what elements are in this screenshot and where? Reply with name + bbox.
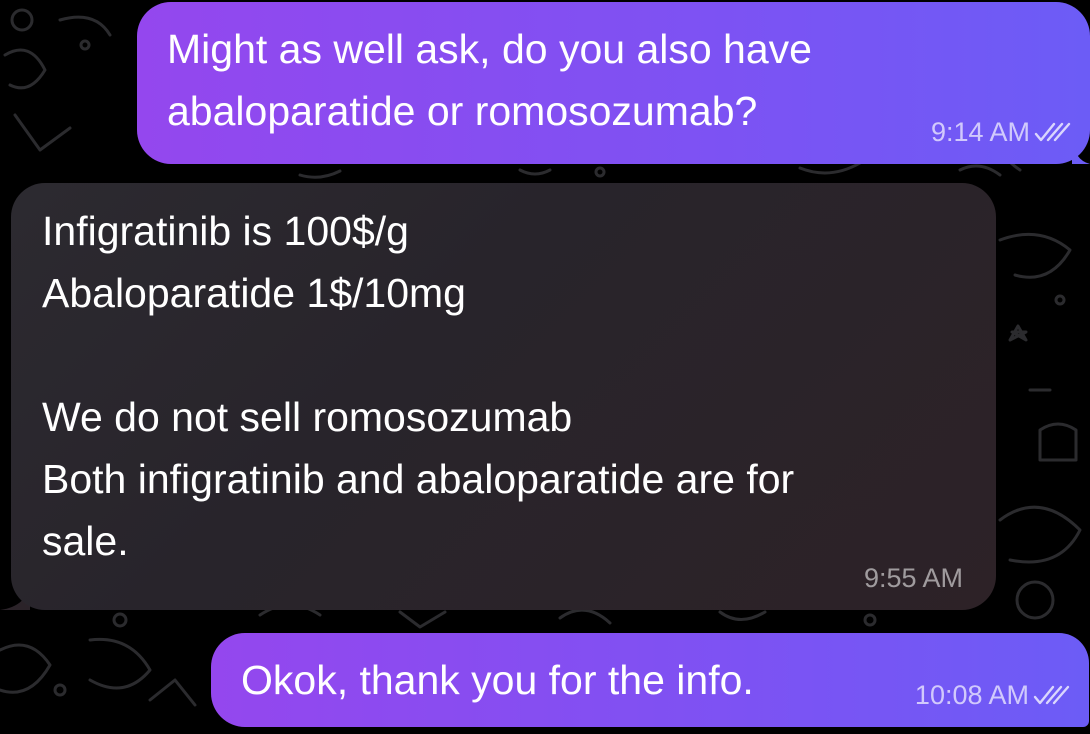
message-meta: 9:55 AM xyxy=(864,563,963,593)
message-text-line: Might as well ask, do you also have xyxy=(167,26,812,72)
message-time: 10:08 AM xyxy=(914,680,1029,710)
read-double-check-icon xyxy=(1034,122,1071,142)
read-double-check-icon xyxy=(1033,685,1070,705)
message-text-line: Both infigratinib and abaloparatide are … xyxy=(42,456,795,502)
message-text-line: Infigratinib is 100$/g xyxy=(42,208,409,254)
message-bubble-outgoing[interactable]: Okok, thank you for the info. 10:08 AM xyxy=(211,633,1089,727)
message-meta: 9:14 AM xyxy=(931,117,1072,147)
message-bubble-outgoing[interactable]: Might as well ask, do you also have abal… xyxy=(137,2,1090,164)
message-text-line: Abaloparatide 1$/10mg xyxy=(42,270,466,316)
message-meta: 10:08 AM xyxy=(915,680,1071,710)
message-text-line: sale. xyxy=(42,518,129,564)
message-text-line: We do not sell romosozumab xyxy=(42,394,573,440)
message-bubble-incoming[interactable]: Infigratinib is 100$/g Abaloparatide 1$/… xyxy=(11,183,996,610)
chat-view[interactable]: Might as well ask, do you also have abal… xyxy=(0,0,1090,734)
message-time: 9:14 AM xyxy=(930,117,1030,147)
message-time: 9:55 AM xyxy=(863,563,963,593)
